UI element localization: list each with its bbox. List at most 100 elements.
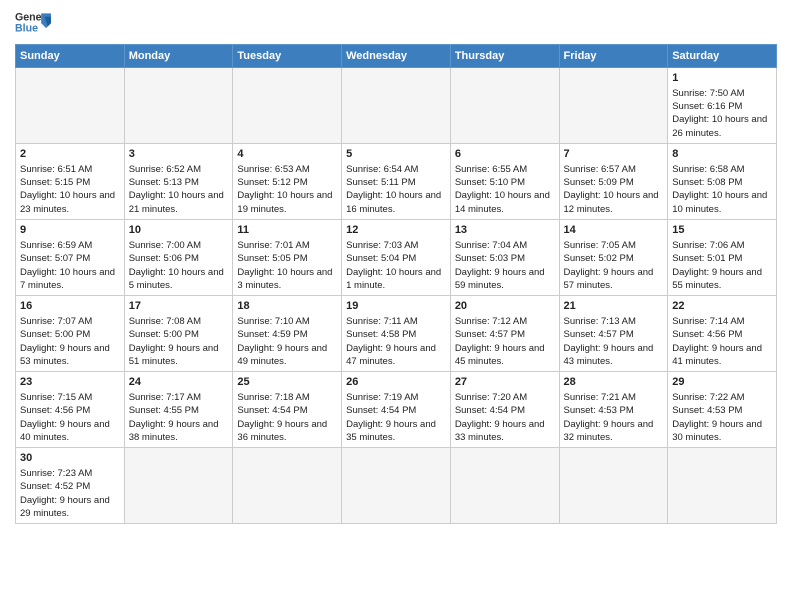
weekday-header-row: SundayMondayTuesdayWednesdayThursdayFrid… [16, 45, 777, 68]
calendar-cell: 11Sunrise: 7:01 AM Sunset: 5:05 PM Dayli… [233, 220, 342, 296]
day-number: 9 [20, 223, 120, 238]
day-info: Sunrise: 6:52 AM Sunset: 5:13 PM Dayligh… [129, 163, 229, 216]
day-info: Sunrise: 7:50 AM Sunset: 6:16 PM Dayligh… [672, 87, 772, 140]
day-number: 30 [20, 451, 120, 466]
calendar-cell: 30Sunrise: 7:23 AM Sunset: 4:52 PM Dayli… [16, 448, 125, 524]
weekday-header-monday: Monday [124, 45, 233, 68]
day-number: 29 [672, 375, 772, 390]
day-number: 8 [672, 147, 772, 162]
day-info: Sunrise: 7:17 AM Sunset: 4:55 PM Dayligh… [129, 391, 229, 444]
day-number: 10 [129, 223, 229, 238]
day-info: Sunrise: 7:07 AM Sunset: 5:00 PM Dayligh… [20, 315, 120, 368]
day-number: 13 [455, 223, 555, 238]
calendar-week-row: 23Sunrise: 7:15 AM Sunset: 4:56 PM Dayli… [16, 372, 777, 448]
calendar-cell: 18Sunrise: 7:10 AM Sunset: 4:59 PM Dayli… [233, 296, 342, 372]
calendar-cell [342, 68, 451, 144]
day-number: 28 [564, 375, 664, 390]
day-number: 19 [346, 299, 446, 314]
calendar-cell: 28Sunrise: 7:21 AM Sunset: 4:53 PM Dayli… [559, 372, 668, 448]
day-info: Sunrise: 7:05 AM Sunset: 5:02 PM Dayligh… [564, 239, 664, 292]
day-info: Sunrise: 7:22 AM Sunset: 4:53 PM Dayligh… [672, 391, 772, 444]
calendar-cell: 12Sunrise: 7:03 AM Sunset: 5:04 PM Dayli… [342, 220, 451, 296]
calendar-cell: 22Sunrise: 7:14 AM Sunset: 4:56 PM Dayli… [668, 296, 777, 372]
day-info: Sunrise: 7:12 AM Sunset: 4:57 PM Dayligh… [455, 315, 555, 368]
calendar-cell: 24Sunrise: 7:17 AM Sunset: 4:55 PM Dayli… [124, 372, 233, 448]
day-number: 21 [564, 299, 664, 314]
day-info: Sunrise: 6:54 AM Sunset: 5:11 PM Dayligh… [346, 163, 446, 216]
calendar-cell [559, 68, 668, 144]
calendar-cell: 21Sunrise: 7:13 AM Sunset: 4:57 PM Dayli… [559, 296, 668, 372]
day-number: 26 [346, 375, 446, 390]
day-info: Sunrise: 7:23 AM Sunset: 4:52 PM Dayligh… [20, 467, 120, 520]
calendar-cell: 7Sunrise: 6:57 AM Sunset: 5:09 PM Daylig… [559, 144, 668, 220]
calendar-cell: 2Sunrise: 6:51 AM Sunset: 5:15 PM Daylig… [16, 144, 125, 220]
day-info: Sunrise: 6:55 AM Sunset: 5:10 PM Dayligh… [455, 163, 555, 216]
calendar-cell: 3Sunrise: 6:52 AM Sunset: 5:13 PM Daylig… [124, 144, 233, 220]
day-info: Sunrise: 7:14 AM Sunset: 4:56 PM Dayligh… [672, 315, 772, 368]
calendar-cell: 20Sunrise: 7:12 AM Sunset: 4:57 PM Dayli… [450, 296, 559, 372]
day-info: Sunrise: 7:19 AM Sunset: 4:54 PM Dayligh… [346, 391, 446, 444]
calendar-cell: 27Sunrise: 7:20 AM Sunset: 4:54 PM Dayli… [450, 372, 559, 448]
day-info: Sunrise: 7:11 AM Sunset: 4:58 PM Dayligh… [346, 315, 446, 368]
day-number: 16 [20, 299, 120, 314]
calendar-cell: 29Sunrise: 7:22 AM Sunset: 4:53 PM Dayli… [668, 372, 777, 448]
weekday-header-saturday: Saturday [668, 45, 777, 68]
calendar-cell: 6Sunrise: 6:55 AM Sunset: 5:10 PM Daylig… [450, 144, 559, 220]
calendar-body: 1Sunrise: 7:50 AM Sunset: 6:16 PM Daylig… [16, 68, 777, 524]
logo: General Blue [15, 10, 51, 38]
calendar-cell [342, 448, 451, 524]
day-info: Sunrise: 7:08 AM Sunset: 5:00 PM Dayligh… [129, 315, 229, 368]
calendar-week-row: 9Sunrise: 6:59 AM Sunset: 5:07 PM Daylig… [16, 220, 777, 296]
calendar-cell: 23Sunrise: 7:15 AM Sunset: 4:56 PM Dayli… [16, 372, 125, 448]
generalblue-logo-icon: General Blue [15, 10, 51, 38]
day-info: Sunrise: 7:21 AM Sunset: 4:53 PM Dayligh… [564, 391, 664, 444]
day-info: Sunrise: 6:58 AM Sunset: 5:08 PM Dayligh… [672, 163, 772, 216]
calendar-cell [559, 448, 668, 524]
day-number: 5 [346, 147, 446, 162]
calendar-week-row: 1Sunrise: 7:50 AM Sunset: 6:16 PM Daylig… [16, 68, 777, 144]
day-info: Sunrise: 6:57 AM Sunset: 5:09 PM Dayligh… [564, 163, 664, 216]
day-number: 24 [129, 375, 229, 390]
weekday-header-friday: Friday [559, 45, 668, 68]
day-number: 1 [672, 71, 772, 86]
day-number: 25 [237, 375, 337, 390]
calendar-week-row: 2Sunrise: 6:51 AM Sunset: 5:15 PM Daylig… [16, 144, 777, 220]
calendar-week-row: 30Sunrise: 7:23 AM Sunset: 4:52 PM Dayli… [16, 448, 777, 524]
calendar-cell [233, 448, 342, 524]
calendar-cell: 1Sunrise: 7:50 AM Sunset: 6:16 PM Daylig… [668, 68, 777, 144]
day-info: Sunrise: 6:59 AM Sunset: 5:07 PM Dayligh… [20, 239, 120, 292]
day-number: 12 [346, 223, 446, 238]
calendar-table: SundayMondayTuesdayWednesdayThursdayFrid… [15, 44, 777, 524]
day-number: 23 [20, 375, 120, 390]
calendar-cell: 13Sunrise: 7:04 AM Sunset: 5:03 PM Dayli… [450, 220, 559, 296]
day-number: 6 [455, 147, 555, 162]
day-number: 2 [20, 147, 120, 162]
day-number: 4 [237, 147, 337, 162]
calendar-week-row: 16Sunrise: 7:07 AM Sunset: 5:00 PM Dayli… [16, 296, 777, 372]
page: General Blue SundayMondayTuesdayWednesda… [0, 0, 792, 612]
calendar-cell [233, 68, 342, 144]
calendar-cell [450, 448, 559, 524]
day-info: Sunrise: 7:18 AM Sunset: 4:54 PM Dayligh… [237, 391, 337, 444]
header: General Blue [15, 10, 777, 38]
day-number: 27 [455, 375, 555, 390]
calendar-cell: 14Sunrise: 7:05 AM Sunset: 5:02 PM Dayli… [559, 220, 668, 296]
calendar-cell: 10Sunrise: 7:00 AM Sunset: 5:06 PM Dayli… [124, 220, 233, 296]
day-info: Sunrise: 6:53 AM Sunset: 5:12 PM Dayligh… [237, 163, 337, 216]
day-info: Sunrise: 7:06 AM Sunset: 5:01 PM Dayligh… [672, 239, 772, 292]
calendar-cell: 5Sunrise: 6:54 AM Sunset: 5:11 PM Daylig… [342, 144, 451, 220]
day-number: 11 [237, 223, 337, 238]
calendar-header: SundayMondayTuesdayWednesdayThursdayFrid… [16, 45, 777, 68]
day-info: Sunrise: 7:00 AM Sunset: 5:06 PM Dayligh… [129, 239, 229, 292]
calendar-cell: 15Sunrise: 7:06 AM Sunset: 5:01 PM Dayli… [668, 220, 777, 296]
day-info: Sunrise: 7:03 AM Sunset: 5:04 PM Dayligh… [346, 239, 446, 292]
calendar-cell: 19Sunrise: 7:11 AM Sunset: 4:58 PM Dayli… [342, 296, 451, 372]
day-info: Sunrise: 7:04 AM Sunset: 5:03 PM Dayligh… [455, 239, 555, 292]
weekday-header-thursday: Thursday [450, 45, 559, 68]
day-number: 14 [564, 223, 664, 238]
calendar-cell: 25Sunrise: 7:18 AM Sunset: 4:54 PM Dayli… [233, 372, 342, 448]
calendar-cell: 8Sunrise: 6:58 AM Sunset: 5:08 PM Daylig… [668, 144, 777, 220]
svg-text:Blue: Blue [15, 22, 38, 34]
day-info: Sunrise: 7:01 AM Sunset: 5:05 PM Dayligh… [237, 239, 337, 292]
day-info: Sunrise: 7:20 AM Sunset: 4:54 PM Dayligh… [455, 391, 555, 444]
